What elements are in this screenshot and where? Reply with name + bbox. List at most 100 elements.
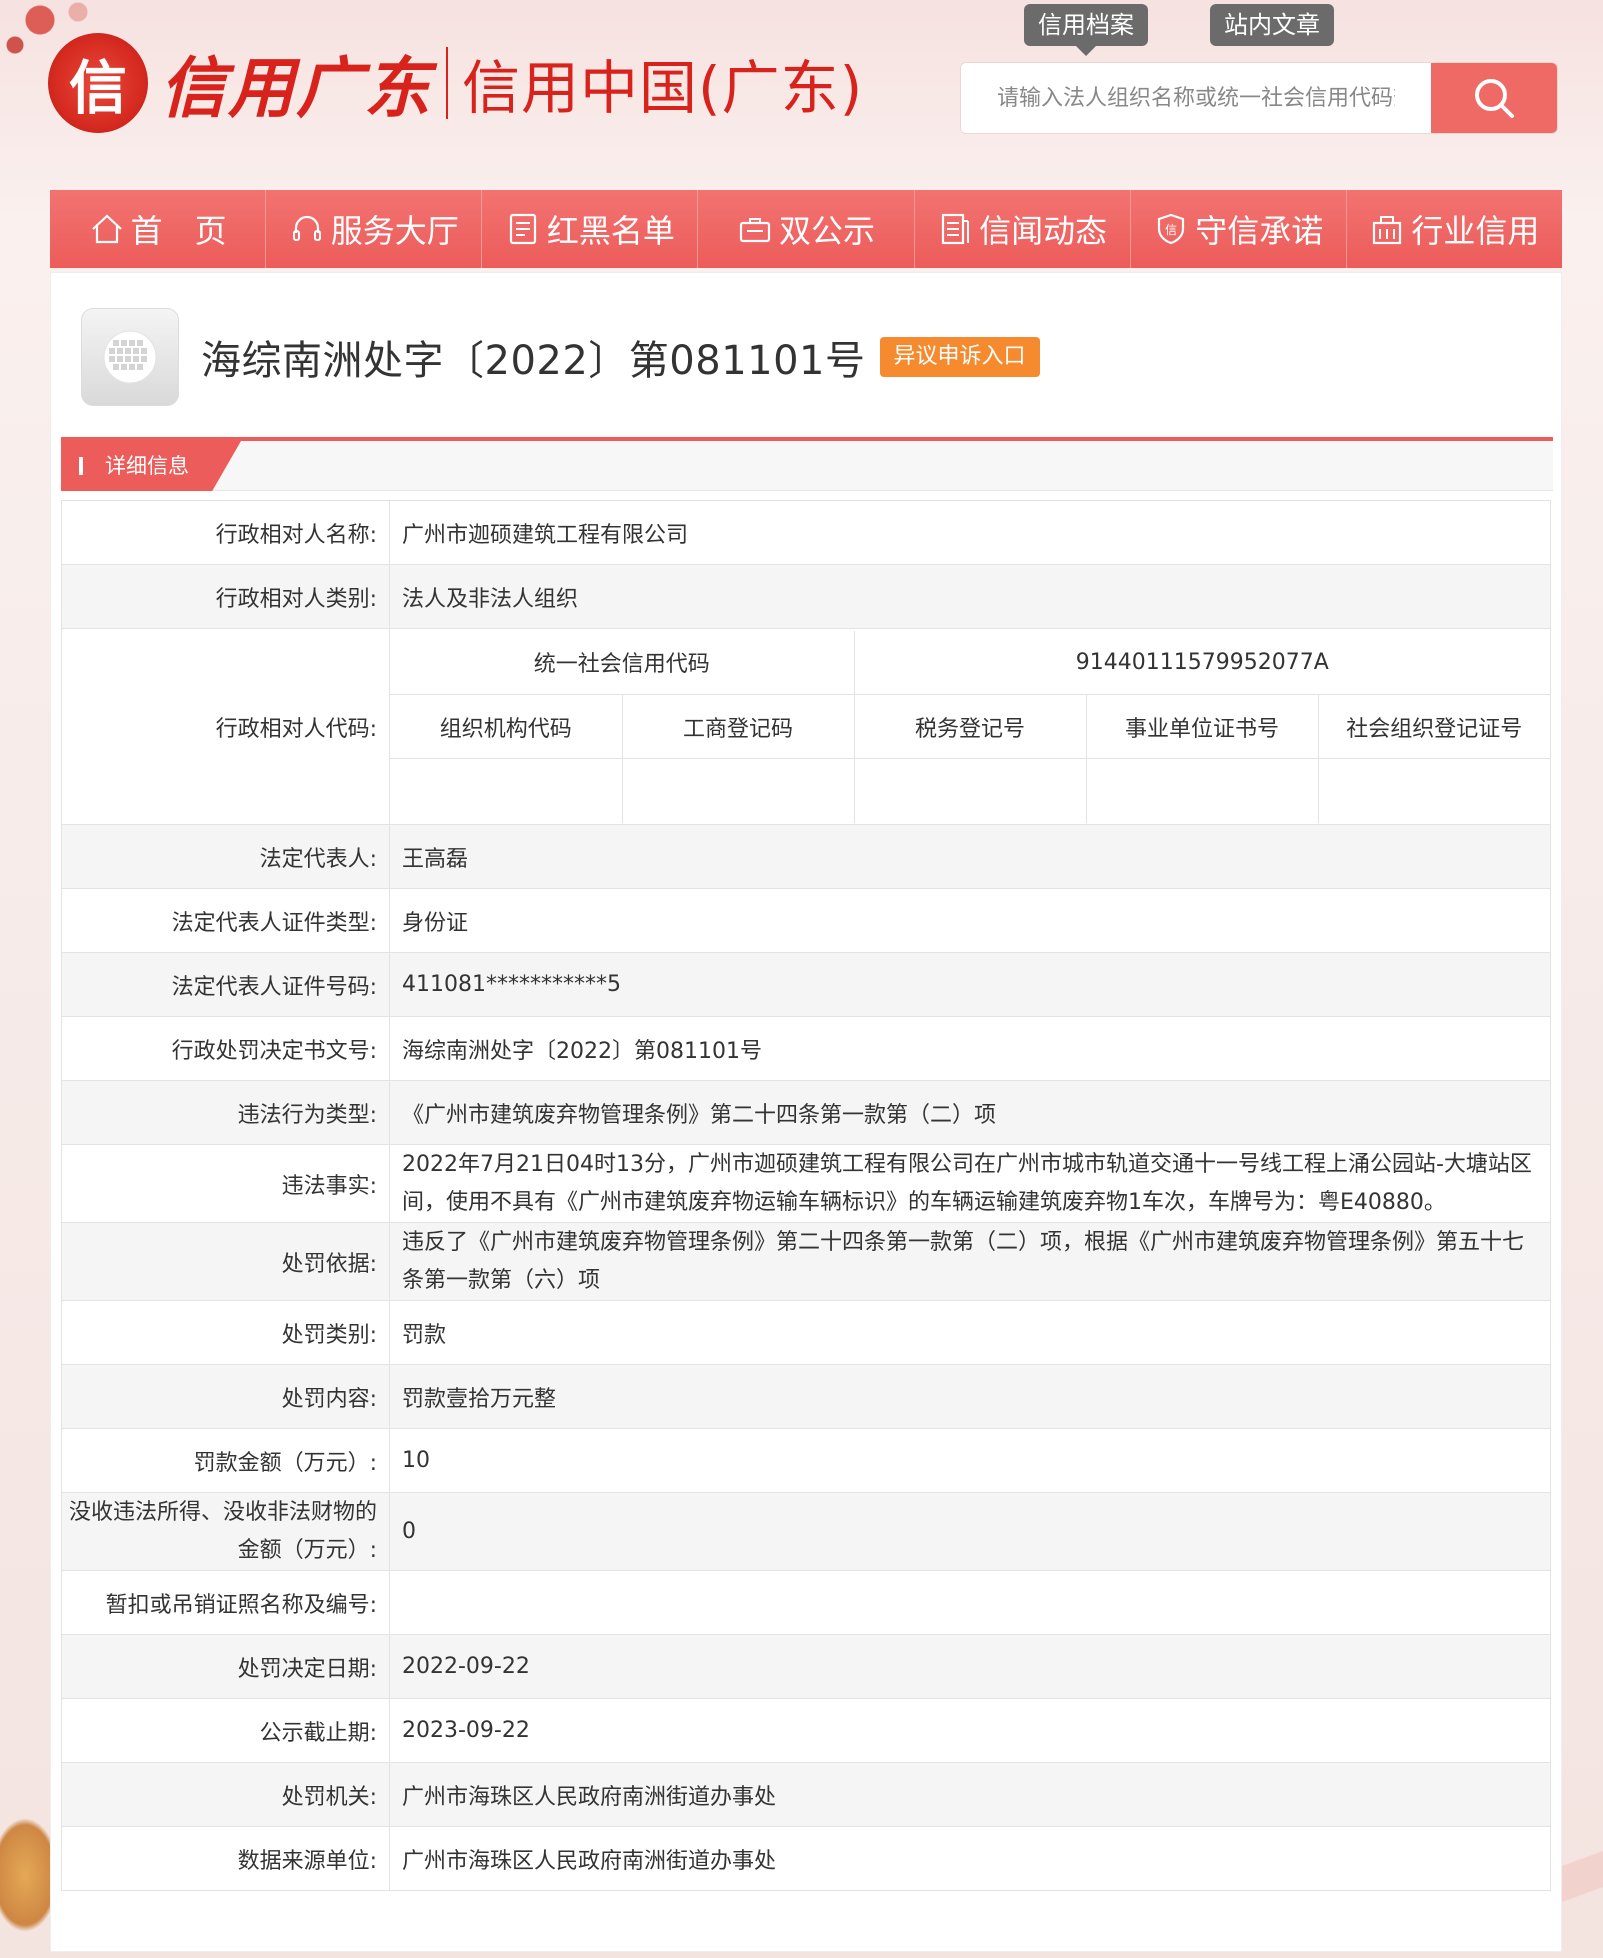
row-label: 行政处罚决定书文号: xyxy=(61,1016,390,1081)
appeal-entry-button[interactable]: 异议申诉入口 xyxy=(879,337,1040,377)
row-label: 法定代表人证件类型: xyxy=(61,888,390,953)
news-icon xyxy=(942,213,970,245)
social-reg-value xyxy=(1317,758,1550,823)
nav-item-red-black-list[interactable]: 红黑名单 xyxy=(482,190,699,268)
org-code-value xyxy=(390,758,623,823)
row-label: 法定代表人: xyxy=(61,824,390,889)
nav-label: 服务大厅 xyxy=(330,212,459,250)
row-value: 身份证 xyxy=(389,888,1551,953)
table-row: 行政相对人名称: 广州市迦硕建筑工程有限公司 xyxy=(61,500,1551,565)
search-input[interactable] xyxy=(961,63,1431,133)
uscc-label: 统一社会信用代码 xyxy=(390,630,855,695)
nav-item-news[interactable]: 信闻动态 xyxy=(915,190,1131,268)
search-tabs: 信用档案 站内文章 xyxy=(1024,4,1334,56)
tax-reg-value xyxy=(853,758,1087,823)
table-row: 行政处罚决定书文号: 海综南洲处字〔2022〕第081101号 xyxy=(61,1016,1551,1081)
nav-item-credit-commitment[interactable]: 信 守信承诺 xyxy=(1131,190,1347,268)
row-value: 411081***********5 xyxy=(389,952,1551,1017)
row-label: 行政相对人代码: xyxy=(61,628,390,825)
row-label: 罚款金额（万元）: xyxy=(61,1428,390,1493)
row-label: 处罚内容: xyxy=(61,1364,390,1429)
table-row: 暂扣或吊销证照名称及编号: xyxy=(61,1570,1551,1635)
row-value: 广州市迦硕建筑工程有限公司 xyxy=(389,500,1551,565)
row-value: 0 xyxy=(389,1492,1551,1571)
row-label: 处罚类别: xyxy=(61,1300,390,1365)
building-icon xyxy=(1373,216,1402,245)
row-label: 数据来源单位: xyxy=(61,1826,390,1891)
table-row: 处罚内容: 罚款壹拾万元整 xyxy=(61,1364,1551,1429)
inst-cert-header: 事业单位证书号 xyxy=(1085,694,1319,759)
tab-credit-archive[interactable]: 信用档案 xyxy=(1024,4,1148,56)
row-value: 2023-09-22 xyxy=(389,1698,1551,1763)
case-icon xyxy=(739,218,771,243)
table-row: 法定代表人证件类型: 身份证 xyxy=(61,888,1551,953)
search-icon xyxy=(1475,79,1514,118)
nav-label: 首 页 xyxy=(130,212,227,250)
table-row: 法定代表人: 王高磊 xyxy=(61,824,1551,889)
nav-label: 红黑名单 xyxy=(546,212,675,250)
tab-site-articles[interactable]: 站内文章 xyxy=(1210,4,1334,46)
table-row: 处罚类别: 罚款 xyxy=(61,1300,1551,1365)
table-row: 违法行为类型: 《广州市建筑废弃物管理条例》第二十四条第一款第（二）项 xyxy=(61,1080,1551,1145)
row-value: 罚款壹拾万元整 xyxy=(389,1364,1551,1429)
section-tab-details: 详细信息 xyxy=(61,441,241,491)
row-label: 处罚依据: xyxy=(61,1222,390,1301)
row-value: 10 xyxy=(389,1428,1551,1493)
logo-divider xyxy=(446,47,448,119)
list-icon xyxy=(509,213,536,245)
row-label: 公示截止期: xyxy=(61,1698,390,1763)
nav-item-service-hall[interactable]: 服务大厅 xyxy=(266,190,483,268)
row-value: 罚款 xyxy=(389,1300,1551,1365)
nav-label: 信闻动态 xyxy=(979,212,1108,250)
row-value: 违反了《广州市建筑废弃物管理条例》第二十四条第一款第（二）项，根据《广州市建筑废… xyxy=(389,1222,1551,1301)
biz-reg-value xyxy=(621,758,855,823)
code-table: 统一社会信用代码 91440111579952077A 组织机构代码 工商登记码… xyxy=(390,630,1550,823)
table-row: 处罚依据: 违反了《广州市建筑废弃物管理条例》第二十四条第一款第（二）项，根据《… xyxy=(61,1222,1551,1301)
title-row: 海综南洲处字〔2022〕第081101号 异议申诉入口 xyxy=(81,307,1040,407)
biz-reg-header: 工商登记码 xyxy=(621,694,855,759)
table-row: 行政相对人代码: 统一社会信用代码 91440111579952077A 组织机… xyxy=(61,628,1551,825)
row-label: 违法事实: xyxy=(61,1144,390,1223)
table-row: 处罚机关: 广州市海珠区人民政府南洲街道办事处 xyxy=(61,1762,1551,1827)
page-title: 海综南洲处字〔2022〕第081101号 xyxy=(201,338,866,384)
table-row: 法定代表人证件号码: 411081***********5 xyxy=(61,952,1551,1017)
site-logo[interactable]: 信 信用广东 信用中国(广东) xyxy=(48,28,863,138)
table-row: 没收违法所得、没收非法财物的金额（万元）: 0 xyxy=(61,1492,1551,1571)
row-label: 违法行为类型: xyxy=(61,1080,390,1145)
nav-item-industry-credit[interactable]: 行业信用 xyxy=(1347,190,1562,268)
nav-item-double-publicity[interactable]: 双公示 xyxy=(698,190,915,268)
search-box xyxy=(960,62,1558,134)
nav-label: 守信承诺 xyxy=(1195,212,1324,250)
shield-icon: 信 xyxy=(1158,213,1185,245)
social-reg-header: 社会组织登记证号 xyxy=(1317,694,1550,759)
nav-label: 行业信用 xyxy=(1411,212,1540,250)
row-value: 2022-09-22 xyxy=(389,1634,1551,1699)
table-row: 处罚决定日期: 2022-09-22 xyxy=(61,1634,1551,1699)
site-header: 信 信用广东 信用中国(广东) 信用档案 站内文章 xyxy=(0,0,1603,180)
table-row: 行政相对人类别: 法人及非法人组织 xyxy=(61,564,1551,629)
home-icon xyxy=(91,214,122,244)
row-value xyxy=(389,1570,1551,1635)
row-label: 处罚决定日期: xyxy=(61,1634,390,1699)
table-row: 罚款金额（万元）: 10 xyxy=(61,1428,1551,1493)
main-nav: 首 页 服务大厅 红黑名单 双公示 信闻动态 信 守信承诺 行业信用 xyxy=(50,190,1562,268)
row-value: 法人及非法人组织 xyxy=(389,564,1551,629)
svg-text:信: 信 xyxy=(1165,223,1177,237)
row-label: 法定代表人证件号码: xyxy=(61,952,390,1017)
row-value: 广州市海珠区人民政府南洲街道办事处 xyxy=(389,1826,1551,1891)
globe-icon xyxy=(81,308,179,406)
row-value: 海综南洲处字〔2022〕第081101号 xyxy=(389,1016,1551,1081)
search-button[interactable] xyxy=(1431,63,1557,133)
nav-label: 双公示 xyxy=(778,212,875,250)
code-table-cell: 统一社会信用代码 91440111579952077A 组织机构代码 工商登记码… xyxy=(389,628,1551,825)
tax-reg-header: 税务登记号 xyxy=(853,694,1087,759)
row-value: 《广州市建筑废弃物管理条例》第二十四条第一款第（二）项 xyxy=(389,1080,1551,1145)
nav-item-home[interactable]: 首 页 xyxy=(50,190,267,268)
headset-icon xyxy=(292,215,321,241)
row-value: 广州市海珠区人民政府南洲街道办事处 xyxy=(389,1762,1551,1827)
table-row: 数据来源单位: 广州市海珠区人民政府南洲街道办事处 xyxy=(61,1826,1551,1891)
section-header: 详细信息 xyxy=(61,437,1553,491)
row-value: 2022年7月21日04时13分，广州市迦硕建筑工程有限公司在广州市城市轨道交通… xyxy=(389,1144,1551,1223)
detail-card: 海综南洲处字〔2022〕第081101号 异议申诉入口 详细信息 行政相对人名称… xyxy=(50,272,1562,1952)
org-code-header: 组织机构代码 xyxy=(390,694,623,759)
